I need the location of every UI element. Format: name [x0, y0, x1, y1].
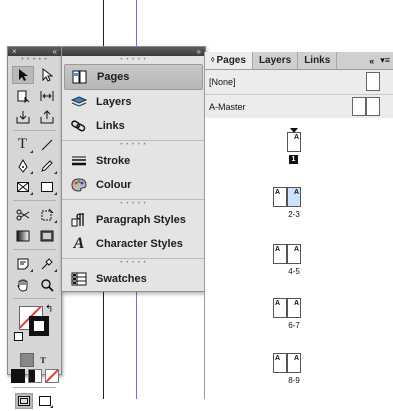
- default-fill-stroke-icon[interactable]: [14, 332, 23, 341]
- tab-links[interactable]: Links: [298, 52, 338, 69]
- dock-item-colour[interactable]: Colour: [62, 173, 205, 197]
- pages-panel: ◊ Pages Layers Links « ▾≡ [None] A-Maste…: [204, 52, 393, 399]
- spread-label: 6-7: [288, 321, 300, 330]
- master-thumbnail[interactable]: [366, 97, 380, 116]
- dock-item-label: Colour: [96, 179, 132, 191]
- master-thumbnail[interactable]: [366, 72, 380, 91]
- pencil-tool[interactable]: [36, 157, 58, 175]
- dock-item-label: Swatches: [96, 273, 147, 285]
- line-tool[interactable]: [36, 136, 58, 154]
- page-thumbnail-selected[interactable]: A: [287, 187, 301, 207]
- panel-grip[interactable]: • • • • •: [62, 259, 205, 267]
- formatting-affects-text-icon[interactable]: T: [37, 354, 49, 366]
- links-icon: [70, 118, 88, 134]
- fill-stroke-control: ↰: [8, 302, 61, 352]
- dock-item-swatches[interactable]: Swatches: [62, 267, 205, 291]
- page-thumbnail[interactable]: A: [287, 353, 301, 373]
- page-thumbnail[interactable]: A: [273, 353, 287, 373]
- tools-panel-titlebar[interactable]: × «: [8, 47, 61, 56]
- dock-item-pages[interactable]: Pages: [64, 64, 203, 90]
- preview-mode-icon[interactable]: [36, 393, 54, 409]
- apply-gradient-icon[interactable]: [27, 369, 42, 383]
- dock-item-label: Links: [96, 120, 125, 132]
- apply-none-icon[interactable]: [44, 369, 59, 383]
- pen-tool[interactable]: [12, 157, 34, 175]
- dock-item-label: Layers: [96, 96, 132, 108]
- master-thumbnail[interactable]: [352, 97, 366, 116]
- eyedropper-tool[interactable]: [36, 255, 58, 273]
- master-label: [None]: [209, 77, 236, 87]
- dock-item-layers[interactable]: Layers: [62, 90, 205, 114]
- character-styles-icon: A: [73, 235, 85, 252]
- panel-grip[interactable]: • • • • •: [62, 200, 205, 208]
- tab-pages[interactable]: ◊ Pages: [205, 52, 253, 69]
- apply-color-icon[interactable]: [10, 369, 25, 383]
- note-tool[interactable]: [12, 255, 34, 273]
- hand-tool[interactable]: [12, 276, 34, 294]
- page-tool[interactable]: [12, 87, 34, 105]
- swap-fill-stroke-icon[interactable]: ↰: [45, 304, 53, 315]
- page-number-badge: 1: [289, 155, 298, 164]
- page-thumbnail[interactable]: A: [287, 298, 301, 318]
- close-icon[interactable]: ×: [12, 47, 17, 56]
- dock-item-paragraph-styles[interactable]: Paragraph Styles: [62, 208, 205, 232]
- gradient-feather-tool[interactable]: [36, 227, 58, 245]
- pages-list[interactable]: A 1 A A 2-3 A A 4-5 A A 6-7 A A 8-9: [205, 118, 393, 399]
- pages-icon: [71, 69, 89, 85]
- panel-menu-icon[interactable]: ▾≡: [380, 55, 390, 66]
- page-thumbnail[interactable]: A: [287, 244, 301, 264]
- expand-panels-icon[interactable]: »: [197, 47, 201, 56]
- dock-item-label: Stroke: [96, 155, 131, 167]
- zoom-tool[interactable]: [36, 276, 58, 294]
- page-thumbnail[interactable]: A: [287, 132, 301, 152]
- collapse-icon[interactable]: «: [53, 47, 57, 56]
- dock-item-stroke[interactable]: Stroke: [62, 149, 205, 173]
- dock-item-label: Pages: [97, 71, 130, 83]
- direct-selection-tool[interactable]: [36, 66, 58, 84]
- collapse-panel-icon[interactable]: «: [369, 56, 374, 66]
- spread-label: 4-5: [288, 267, 300, 276]
- scissors-tool[interactable]: [12, 206, 34, 224]
- gap-tool[interactable]: [36, 87, 58, 105]
- free-transform-tool[interactable]: [36, 206, 58, 224]
- rectangle-frame-tool[interactable]: [12, 178, 34, 196]
- tab-options-icon: ◊: [211, 57, 215, 64]
- formatting-affects-container-icon[interactable]: [20, 353, 34, 367]
- swatches-icon: [70, 271, 88, 287]
- content-placer-tool[interactable]: [36, 108, 58, 126]
- panel-grip[interactable]: • • • • •: [62, 56, 205, 64]
- normal-view-mode-icon[interactable]: [15, 393, 33, 409]
- panel-dock-titlebar[interactable]: »: [62, 47, 205, 56]
- gradient-swatch-tool[interactable]: [12, 227, 34, 245]
- rectangle-tool[interactable]: [36, 178, 58, 196]
- tools-panel: × « • • • • • T ↰ T: [7, 46, 62, 409]
- dock-item-label: Character Styles: [96, 238, 183, 250]
- stroke-icon: [70, 153, 88, 169]
- page-thumbnail[interactable]: A: [273, 298, 287, 318]
- panel-grip[interactable]: • • • • •: [62, 141, 205, 149]
- type-tool[interactable]: T: [12, 136, 34, 154]
- dock-item-links[interactable]: Links: [62, 114, 205, 138]
- master-item-none[interactable]: [None]: [205, 70, 393, 95]
- dock-item-character-styles[interactable]: A Character Styles: [62, 232, 205, 256]
- layers-icon: [70, 94, 88, 110]
- colour-icon: [70, 177, 88, 193]
- content-collector-tool[interactable]: [12, 108, 34, 126]
- panel-dock: » • • • • • Pages Layers Links • • • • •: [61, 46, 206, 292]
- spread-label: 8-9: [288, 376, 300, 385]
- spread-label: 2-3: [288, 210, 300, 219]
- dock-item-label: Paragraph Styles: [96, 214, 186, 226]
- paragraph-styles-icon: [70, 212, 88, 228]
- master-item-a-master[interactable]: A-Master: [205, 95, 393, 120]
- page-thumbnail[interactable]: A: [273, 244, 287, 264]
- master-label: A-Master: [209, 102, 246, 112]
- selection-tool[interactable]: [11, 65, 34, 84]
- tab-layers[interactable]: Layers: [253, 52, 299, 69]
- page-thumbnail[interactable]: A: [273, 187, 287, 207]
- panel-tab-bar: ◊ Pages Layers Links « ▾≡: [205, 52, 393, 70]
- panel-grip[interactable]: • • • • •: [8, 56, 61, 64]
